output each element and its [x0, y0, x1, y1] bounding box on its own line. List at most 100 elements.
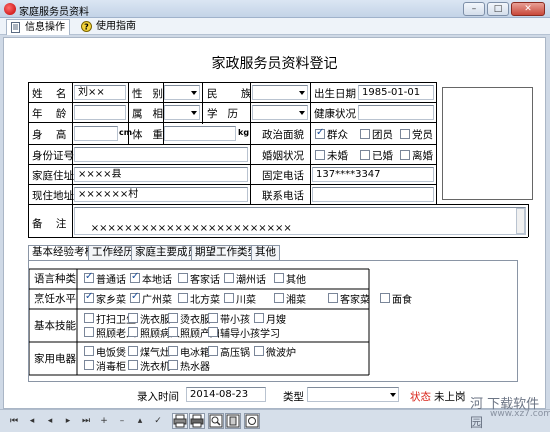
skill-checkbox[interactable]: [130, 291, 140, 303]
height-field[interactable]: [74, 126, 118, 141]
skill-row-label: 基本技能: [34, 319, 76, 332]
add-record-icon[interactable]: +: [98, 415, 110, 427]
contact-phone-field[interactable]: [312, 187, 434, 202]
tab-other[interactable]: 其他: [251, 245, 280, 260]
tab-user-guide-label: 使用指南: [96, 21, 136, 32]
print-button[interactable]: [189, 413, 205, 429]
skill-checkbox[interactable]: [84, 327, 94, 337]
grid-line: [28, 82, 436, 83]
skill-checkbox[interactable]: [178, 293, 188, 303]
fixed-phone-field[interactable]: 137****3347: [312, 167, 434, 182]
label-marriage: 婚姻状况: [262, 150, 304, 162]
skill-checkbox[interactable]: [208, 346, 218, 356]
skill-checkbox[interactable]: [208, 327, 218, 337]
print-preview-button[interactable]: [172, 413, 188, 429]
skill-checkbox[interactable]: [328, 293, 338, 303]
next-record-icon[interactable]: ▸: [62, 415, 74, 427]
watermark-url: www.xz7.com: [490, 409, 550, 419]
document-icon: [11, 22, 20, 33]
education-select[interactable]: 中专: [252, 105, 308, 120]
idcard-field[interactable]: [74, 147, 248, 162]
skill-checkbox[interactable]: [178, 273, 188, 283]
skill-option-label: 电冰箱: [180, 348, 210, 359]
skill-checkbox[interactable]: [168, 360, 178, 370]
skill-option-label: 客家话: [190, 275, 220, 286]
maximize-button[interactable]: □: [487, 2, 509, 16]
skill-option-label: 北方菜: [190, 295, 220, 306]
delete-record-icon[interactable]: –: [116, 415, 128, 427]
skill-checkbox[interactable]: [128, 360, 138, 370]
age-field[interactable]: [74, 105, 126, 120]
skill-checkbox[interactable]: [128, 327, 138, 337]
photo-frame[interactable]: [442, 87, 533, 200]
skill-checkbox[interactable]: [84, 291, 94, 303]
nation-select[interactable]: [252, 85, 308, 100]
skill-checkbox[interactable]: [380, 293, 390, 303]
skill-option-label: 电饭煲: [96, 348, 126, 359]
politics-checkbox-masses[interactable]: [315, 127, 325, 139]
marriage-checkbox-divorced[interactable]: [400, 150, 410, 160]
politics-checkbox-party[interactable]: [400, 129, 410, 139]
skill-checkbox[interactable]: [274, 293, 284, 303]
exit-icon: [226, 414, 240, 428]
current-address-field[interactable]: ××××××村: [74, 187, 248, 202]
edit-record-icon[interactable]: ▴: [134, 415, 146, 427]
marriage-checkbox-single[interactable]: [315, 150, 325, 160]
type-select[interactable]: 家政员: [307, 387, 399, 402]
last-record-icon[interactable]: ⏭: [80, 415, 92, 427]
skill-checkbox[interactable]: [168, 346, 178, 356]
remark-scrollbar[interactable]: [516, 208, 525, 234]
chevron-down-icon: [299, 91, 305, 95]
grid-line: [436, 82, 437, 204]
skill-option-label: 面食: [392, 295, 412, 306]
tab-info-operation-label: 信息操作: [25, 22, 65, 33]
skill-checkbox[interactable]: [84, 271, 94, 283]
marriage-checkbox-married[interactable]: [360, 150, 370, 160]
name-field[interactable]: 刘××: [74, 85, 126, 100]
toolbar: 信息操作 ? 使用指南: [0, 18, 550, 35]
skill-checkbox[interactable]: [254, 313, 264, 323]
prev-page-icon[interactable]: ◂: [26, 415, 38, 427]
skill-checkbox[interactable]: [224, 273, 234, 283]
skill-checkbox[interactable]: [84, 346, 94, 356]
zodiac-select[interactable]: [164, 105, 200, 120]
label-home-address: 家庭住址: [32, 170, 74, 182]
prev-record-icon[interactable]: ◂: [44, 415, 56, 427]
skill-option-label: 高压锅: [220, 348, 250, 359]
home-address-field[interactable]: ××××县: [74, 167, 248, 182]
skill-checkbox[interactable]: [84, 360, 94, 370]
chevron-down-icon: [191, 111, 197, 115]
grid-line: [28, 82, 29, 237]
skill-option-label: 普通话: [96, 275, 126, 286]
birth-date-field[interactable]: 1985-01-01: [358, 85, 434, 100]
minimize-button[interactable]: –: [463, 2, 485, 16]
skill-option-label: 洗衣服: [140, 315, 170, 326]
skill-checkbox[interactable]: [224, 293, 234, 303]
skill-checkbox[interactable]: [128, 346, 138, 356]
skill-checkbox[interactable]: [274, 273, 284, 283]
skill-checkbox[interactable]: [208, 313, 218, 323]
remark-textarea[interactable]: ××××××××××××××××××××××××: [74, 207, 526, 235]
skill-checkbox[interactable]: [168, 313, 178, 323]
tab-info-operation[interactable]: 信息操作: [6, 19, 70, 35]
skill-checkbox[interactable]: [128, 313, 138, 323]
weight-unit: kg: [238, 128, 250, 137]
exit-button[interactable]: [225, 413, 241, 429]
skill-checkbox[interactable]: [168, 327, 178, 337]
skill-checkbox[interactable]: [254, 346, 264, 356]
skill-checkbox[interactable]: [84, 313, 94, 323]
tab-user-guide[interactable]: ? 使用指南: [78, 19, 140, 35]
refresh-button[interactable]: [244, 413, 260, 429]
close-button[interactable]: ✕: [511, 2, 545, 16]
gender-select[interactable]: 女: [164, 85, 200, 100]
politics-checkbox-league[interactable]: [360, 129, 370, 139]
save-record-icon[interactable]: ✓: [152, 415, 164, 427]
politics-option-label: 团员: [372, 129, 393, 141]
entry-time-field[interactable]: 2014-08-23: [186, 387, 266, 402]
skill-checkbox[interactable]: [130, 271, 140, 283]
search-button[interactable]: [208, 413, 224, 429]
weight-field[interactable]: [164, 126, 236, 141]
first-record-icon[interactable]: ⏮: [8, 415, 20, 427]
health-field[interactable]: [358, 105, 434, 120]
grid-line: [28, 164, 436, 165]
